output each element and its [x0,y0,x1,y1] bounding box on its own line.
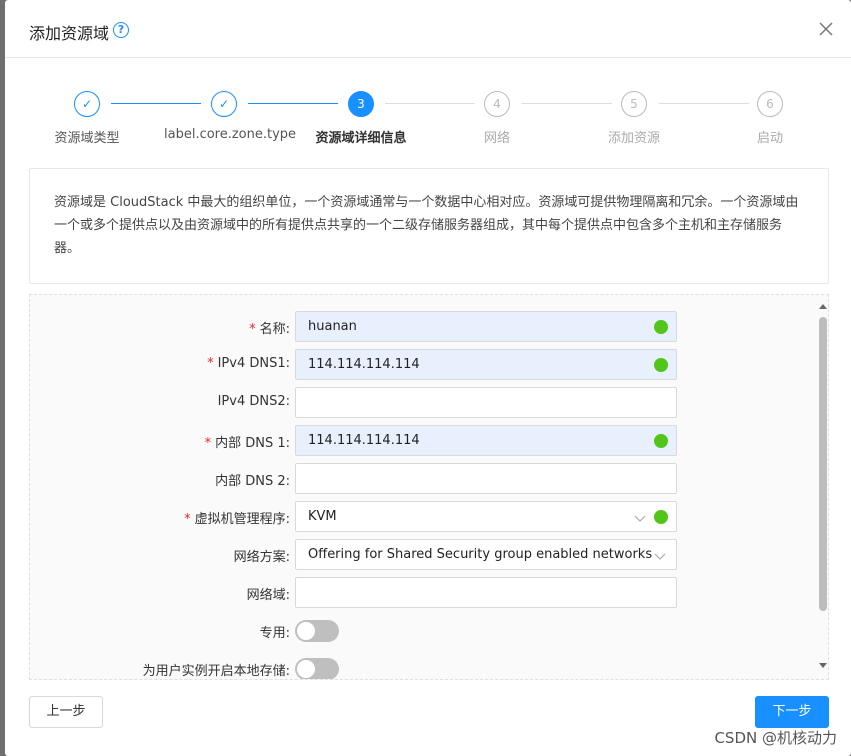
step-number: 5 [621,91,647,117]
toggle-knob [297,660,315,678]
close-icon[interactable] [817,20,835,38]
required-mark: * [184,512,191,527]
form-scrollbar[interactable] [816,295,828,679]
required-mark: * [204,436,212,451]
step-label: 启动 [756,131,783,146]
form-row-internal-dns2: 内部 DNS 2: [30,463,810,495]
previous-button[interactable]: 上一步 [29,696,103,728]
form-row-hypervisor: * 虚拟机管理程序: KVM [30,501,810,533]
step-label: 资源域类型 [54,131,120,146]
hypervisor-select[interactable]: KVM [295,501,677,532]
network-domain-label: 网络域 [246,588,286,603]
check-circle-icon [654,320,668,334]
question-circle-icon[interactable]: ? [113,22,129,38]
step-network: 4 网络 [437,88,557,146]
check-icon: ✓ [74,91,100,117]
internal-dns1-input[interactable]: 114.114.114.114 [295,425,677,456]
csdn-watermark: CSDN @机核动力 [714,729,837,747]
ipv4-dns2-label: IPv4 DNS2 [217,394,286,409]
internal-dns2-label: 内部 DNS 2 [215,474,286,489]
network-offering-select[interactable]: Offering for Shared Security group enabl… [295,539,677,570]
ipv4-dns2-input[interactable] [295,387,677,418]
internal-dns1-value: 114.114.114.114 [308,433,420,448]
required-mark: * [207,356,214,371]
step-zone-details: 3 资源域详细信息 [301,88,421,146]
step-label: 添加资源 [607,131,660,146]
form-row-local-storage: 为用户实例开启本地存储: [30,653,810,679]
step-zone-type: ✓ 资源域类型 [27,88,147,146]
ipv4-dns1-value: 114.114.114.114 [308,357,420,372]
step-number: 6 [757,91,783,117]
required-mark: * [249,322,256,337]
internal-dns2-input[interactable] [295,463,677,494]
local-storage-label: 为用户实例开启本地存储 [142,664,286,679]
name-label: 名称 [259,322,286,337]
wizard-steps: ✓ 资源域类型 ✓ label.core.zone.type 3 资源域详细信息… [5,88,851,148]
name-value: huanan [308,319,357,334]
next-button[interactable]: 下一步 [755,696,829,728]
hypervisor-value: KVM [308,509,337,524]
step-core-zone-type: ✓ label.core.zone.type [164,88,297,142]
step-label: label.core.zone.type [164,127,297,142]
dedicated-toggle[interactable] [295,620,339,642]
check-circle-icon [654,510,668,524]
name-input[interactable]: huanan [295,311,677,342]
network-domain-input[interactable] [295,577,677,608]
form-row-ipv4-dns2: IPv4 DNS2: [30,387,810,419]
ipv4-dns1-input[interactable]: 114.114.114.114 [295,349,677,380]
dialog-title: 添加资源域 [29,24,110,43]
form-row-network-domain: 网络域: [30,577,810,609]
toggle-knob [297,622,315,640]
network-offering-value: Offering for Shared Security group enabl… [308,547,653,562]
scroll-thumb[interactable] [819,317,827,611]
local-storage-toggle[interactable] [295,658,339,679]
step-number: 4 [484,91,510,117]
form-row-internal-dns1: * 内部 DNS 1: 114.114.114.114 [30,425,810,457]
check-circle-icon [654,358,668,372]
ipv4-dns1-label: IPv4 DNS1 [217,356,286,371]
dedicated-label: 专用 [259,626,286,641]
hypervisor-label: 虚拟机管理程序 [194,512,286,527]
step-label: 资源域详细信息 [315,131,407,146]
zone-details-form: * 名称: huanan * IPv4 DNS1: 114.114.114.114 … [29,294,829,680]
scroll-down-icon[interactable] [819,663,827,669]
internal-dns1-label: 内部 DNS 1 [215,436,286,451]
form-row-network-offering: 网络方案: Offering for Shared Security group… [30,539,810,571]
network-offering-label: 网络方案 [233,550,286,565]
step-add-resources: 5 添加资源 [574,88,694,146]
step-launch: 6 启动 [710,88,830,146]
scroll-up-icon[interactable] [819,303,827,309]
add-zone-dialog: 添加资源域 ? ✓ 资源域类型 ✓ label.core.zone.type 3… [5,0,851,756]
step-number: 3 [348,91,374,117]
form-row-ipv4-dns1: * IPv4 DNS1: 114.114.114.114 [30,349,810,381]
chevron-down-icon [634,515,646,522]
step-label: 网络 [483,131,510,146]
form-row-dedicated: 专用: [30,615,810,647]
chevron-down-icon [654,553,666,560]
form-row-name: * 名称: huanan [30,311,810,343]
zone-description: 资源域是 CloudStack 中最大的组织单位，一个资源域通常与一个数据中心相… [29,168,829,284]
dialog-header: 添加资源域 ? [5,0,851,58]
check-icon: ✓ [211,91,237,117]
check-circle-icon [654,434,668,448]
